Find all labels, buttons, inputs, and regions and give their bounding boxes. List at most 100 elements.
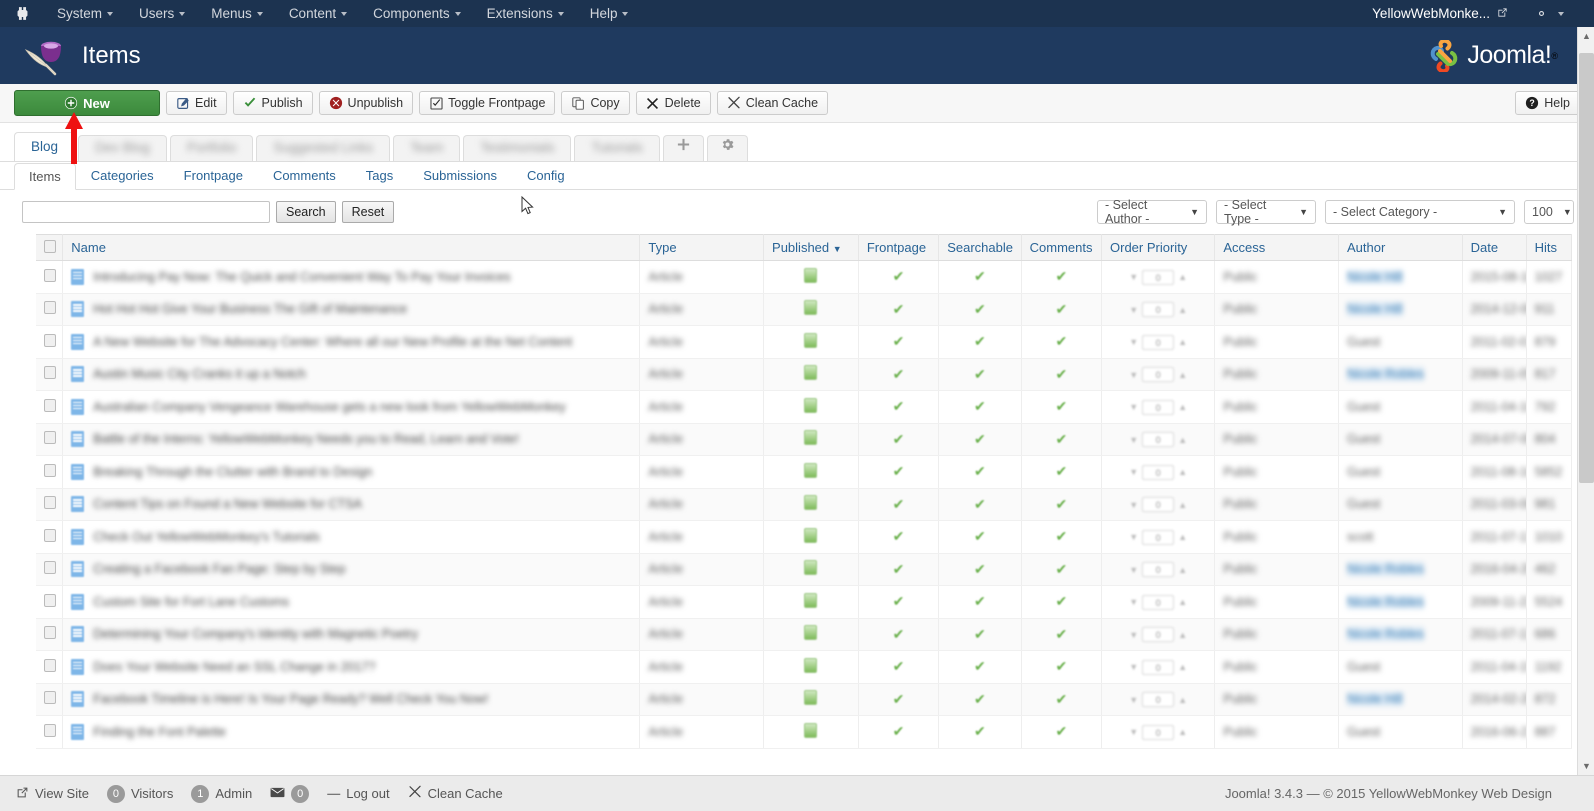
order-down-arrow-icon[interactable]: ▼ xyxy=(1129,435,1138,445)
row-checkbox[interactable] xyxy=(44,366,56,380)
order-down-arrow-icon[interactable]: ▼ xyxy=(1129,695,1138,705)
item-frontpage-cell[interactable]: ✔ xyxy=(858,423,940,456)
sub-tab-config[interactable]: Config xyxy=(512,162,580,189)
row-select-cell[interactable] xyxy=(36,423,64,456)
green-check-icon[interactable]: ✔ xyxy=(974,528,986,544)
green-check-icon[interactable]: ✔ xyxy=(893,431,905,447)
item-searchable-cell[interactable]: ✔ xyxy=(938,260,1022,294)
row-select-cell[interactable] xyxy=(36,715,64,749)
search-button[interactable]: Search xyxy=(276,201,336,223)
item-name-cell[interactable]: Content Tips on Found a New Website for … xyxy=(62,488,641,521)
row-checkbox[interactable] xyxy=(44,626,56,640)
search-input[interactable] xyxy=(22,201,270,223)
menu-system[interactable]: System xyxy=(44,0,126,27)
green-check-icon[interactable]: ✔ xyxy=(1055,561,1067,577)
order-value-input[interactable]: 0 xyxy=(1142,529,1175,545)
menu-help[interactable]: Help xyxy=(577,0,642,27)
item-frontpage-cell[interactable]: ✔ xyxy=(858,325,940,359)
item-name-cell[interactable]: Does Your Website Need an SSL Change in … xyxy=(62,650,641,684)
item-frontpage-cell[interactable]: ✔ xyxy=(858,293,940,326)
item-frontpage-cell[interactable]: ✔ xyxy=(858,358,940,391)
item-order-priority-cell[interactable]: ▼ 0 ▲ xyxy=(1101,683,1216,716)
item-author-cell[interactable]: Nicole Hill xyxy=(1338,683,1463,716)
order-up-arrow-icon[interactable]: ▲ xyxy=(1178,662,1187,672)
row-checkbox[interactable] xyxy=(44,658,56,672)
table-row[interactable]: Austin Music City Cranks it up a Notch Ar… xyxy=(36,358,1573,391)
item-author-cell[interactable]: Nicole Robles xyxy=(1338,585,1463,619)
green-check-icon[interactable]: ✔ xyxy=(893,658,905,674)
row-select-cell[interactable] xyxy=(36,585,64,619)
item-searchable-cell[interactable]: ✔ xyxy=(938,358,1022,391)
item-frontpage-cell[interactable]: ✔ xyxy=(858,390,940,424)
order-down-arrow-icon[interactable]: ▼ xyxy=(1129,532,1138,542)
order-up-arrow-icon[interactable]: ▲ xyxy=(1178,337,1187,347)
item-searchable-cell[interactable]: ✔ xyxy=(938,650,1022,684)
order-value-input[interactable]: 0 xyxy=(1142,497,1175,512)
clean-cache-button[interactable]: Clean Cache xyxy=(716,91,829,115)
list-limit-dropdown[interactable]: 100 ▼ xyxy=(1524,200,1574,224)
item-author-label[interactable]: Nicole Robles xyxy=(1347,627,1425,642)
order-value-input[interactable]: 0 xyxy=(1142,334,1175,350)
table-row[interactable]: Check Out YellowWebMonkey's Tutorials Art… xyxy=(36,520,1573,554)
select-author-dropdown[interactable]: - Select Author - ▼ xyxy=(1097,198,1207,226)
item-author-cell[interactable]: Guest xyxy=(1338,488,1463,521)
item-order-priority-cell[interactable]: ▼ 0 ▲ xyxy=(1101,325,1216,359)
item-name-cell[interactable]: Creating a Facebook Fan Page: Step by St… xyxy=(62,553,641,586)
item-frontpage-cell[interactable]: ✔ xyxy=(858,520,940,554)
view-site-link[interactable]: View Site xyxy=(16,786,89,802)
item-name-cell[interactable]: Austin Music City Cranks it up a Notch xyxy=(62,358,641,391)
add-module-tab-button[interactable] xyxy=(662,135,704,161)
order-value-input[interactable]: 0 xyxy=(1142,269,1175,285)
item-frontpage-cell[interactable]: ✔ xyxy=(858,553,940,586)
module-tab-suggested-links[interactable]: Suggested Links xyxy=(256,135,391,161)
row-checkbox[interactable] xyxy=(44,528,56,542)
item-author-cell[interactable]: Nicole Robles xyxy=(1338,553,1463,586)
sub-tab-items[interactable]: Items xyxy=(14,163,76,190)
item-order-priority-cell[interactable]: ▼ 0 ▲ xyxy=(1101,650,1216,684)
item-order-priority-cell[interactable]: ▼ 0 ▲ xyxy=(1101,293,1216,326)
admin-settings-menu[interactable] xyxy=(1534,6,1564,21)
messages-counter[interactable]: 0 xyxy=(270,784,310,803)
row-checkbox[interactable] xyxy=(44,496,56,510)
order-value-input[interactable]: 0 xyxy=(1142,562,1175,577)
row-select-cell[interactable] xyxy=(36,520,64,554)
green-check-icon[interactable]: ✔ xyxy=(974,593,986,609)
order-up-arrow-icon[interactable]: ▲ xyxy=(1178,727,1187,737)
item-comments-cell[interactable]: ✔ xyxy=(1021,618,1103,651)
green-check-icon[interactable]: ✔ xyxy=(893,463,905,479)
published-status-icon[interactable] xyxy=(804,300,818,316)
item-published-cell[interactable] xyxy=(763,618,859,651)
order-down-arrow-icon[interactable]: ▼ xyxy=(1129,662,1138,672)
item-comments-cell[interactable]: ✔ xyxy=(1021,715,1103,749)
green-check-icon[interactable]: ✔ xyxy=(974,366,986,382)
green-check-icon[interactable]: ✔ xyxy=(893,366,905,382)
item-order-priority-cell[interactable]: ▼ 0 ▲ xyxy=(1101,488,1216,521)
author-header[interactable]: Author xyxy=(1338,234,1463,261)
item-comments-cell[interactable]: ✔ xyxy=(1021,390,1103,424)
order-value-input[interactable]: 0 xyxy=(1142,594,1175,610)
scroll-up-arrow[interactable]: ▲ xyxy=(1578,27,1594,45)
module-tab-team[interactable]: Team xyxy=(393,135,461,161)
item-order-priority-cell[interactable]: ▼ 0 ▲ xyxy=(1101,358,1216,391)
current-user-label[interactable]: YellowWebMonke... xyxy=(1372,6,1490,21)
select-all-header[interactable] xyxy=(36,234,64,261)
green-check-icon[interactable]: ✔ xyxy=(893,528,905,544)
item-order-priority-cell[interactable]: ▼ 0 ▲ xyxy=(1101,585,1216,619)
item-author-cell[interactable]: Guest xyxy=(1338,455,1463,489)
green-check-icon[interactable]: ✔ xyxy=(974,561,986,577)
item-searchable-cell[interactable]: ✔ xyxy=(938,390,1022,424)
item-published-cell[interactable] xyxy=(763,358,859,391)
table-row[interactable]: Australian Company Vengeance Warehouse g… xyxy=(36,390,1573,424)
row-select-cell[interactable] xyxy=(36,358,64,391)
order-down-arrow-icon[interactable]: ▼ xyxy=(1129,727,1138,737)
copy-button[interactable]: Copy xyxy=(561,91,630,115)
order-up-arrow-icon[interactable]: ▲ xyxy=(1178,467,1187,477)
visitors-counter[interactable]: 0 Visitors xyxy=(106,784,173,803)
row-checkbox[interactable] xyxy=(44,723,56,737)
order-value-input[interactable]: 0 xyxy=(1142,367,1175,382)
green-check-icon[interactable]: ✔ xyxy=(893,398,905,414)
row-select-cell[interactable] xyxy=(36,390,64,424)
item-comments-cell[interactable]: ✔ xyxy=(1021,520,1103,554)
row-checkbox[interactable] xyxy=(44,398,56,412)
order-up-arrow-icon[interactable]: ▲ xyxy=(1178,565,1187,575)
